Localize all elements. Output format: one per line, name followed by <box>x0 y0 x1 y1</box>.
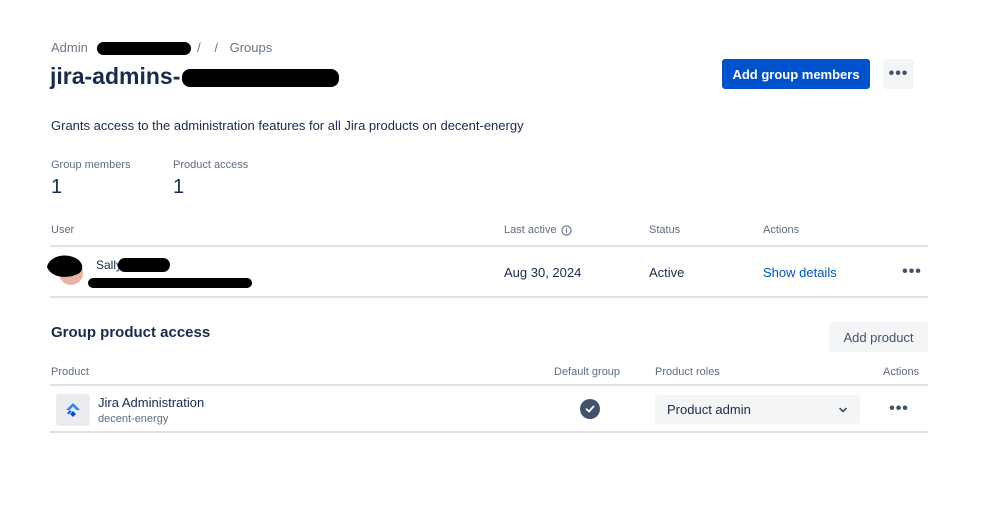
table-divider <box>50 431 928 433</box>
breadcrumb: Admin / / Groups <box>51 40 273 56</box>
product-role-select[interactable]: Product admin <box>655 395 860 424</box>
user-last-active: Aug 30, 2024 <box>504 265 582 280</box>
product-more-actions-button[interactable]: ••• <box>884 399 914 419</box>
breadcrumb-admin-link[interactable]: Admin <box>51 40 88 55</box>
more-icon: ••• <box>888 65 909 82</box>
show-details-link[interactable]: Show details <box>763 265 837 280</box>
default-group-check-icon <box>580 399 600 419</box>
checkmark-icon <box>585 405 595 413</box>
avatar <box>47 255 83 285</box>
column-header-last-active[interactable]: Last active <box>504 224 572 236</box>
table-divider <box>50 245 928 247</box>
column-header-default-group: Default group <box>554 366 621 378</box>
product-role-value: Product admin <box>667 402 751 417</box>
user-more-actions-button[interactable]: ••• <box>897 262 927 282</box>
more-icon: ••• <box>889 400 909 417</box>
product-access-label: Product access <box>173 159 249 171</box>
breadcrumb-groups-link[interactable]: Groups <box>230 40 273 55</box>
last-active-label: Last active <box>504 224 557 236</box>
product-name: Jira Administration <box>98 395 205 410</box>
breadcrumb-separator: / <box>197 40 201 55</box>
redacted-user-email <box>88 278 252 288</box>
redacted-breadcrumb[interactable] <box>97 42 192 56</box>
page-title-text: jira-admins- <box>50 63 181 89</box>
product-site: decent-energy <box>98 413 169 425</box>
user-status: Active <box>649 265 685 280</box>
section-heading: Group product access <box>51 324 211 341</box>
redacted-title <box>182 68 340 87</box>
page-title: jira-admins- <box>50 63 340 90</box>
more-actions-button[interactable]: ••• <box>883 59 914 89</box>
product-access-value: 1 <box>173 176 185 198</box>
group-description: Grants access to the administration feat… <box>51 118 524 133</box>
column-header-status[interactable]: Status <box>649 224 680 236</box>
members-count-value: 1 <box>51 176 63 198</box>
table-divider <box>50 296 928 298</box>
jira-logo-icon <box>66 403 80 417</box>
column-header-actions: Actions <box>883 366 920 378</box>
column-header-product[interactable]: Product <box>51 366 89 378</box>
more-icon: ••• <box>902 263 922 280</box>
chevron-down-icon <box>839 407 847 412</box>
info-icon[interactable] <box>560 224 572 236</box>
add-group-members-button[interactable]: Add group members <box>722 59 870 89</box>
members-count-label: Group members <box>51 159 131 171</box>
column-header-actions: Actions <box>763 224 800 236</box>
column-header-product-roles: Product roles <box>655 366 720 378</box>
column-header-user[interactable]: User <box>51 224 74 236</box>
jira-product-icon <box>56 394 90 426</box>
redacted-user-name <box>118 258 170 272</box>
breadcrumb-separator: / <box>214 40 218 55</box>
user-row <box>45 253 91 287</box>
add-product-button[interactable]: Add product <box>829 322 928 352</box>
table-divider <box>50 384 928 386</box>
